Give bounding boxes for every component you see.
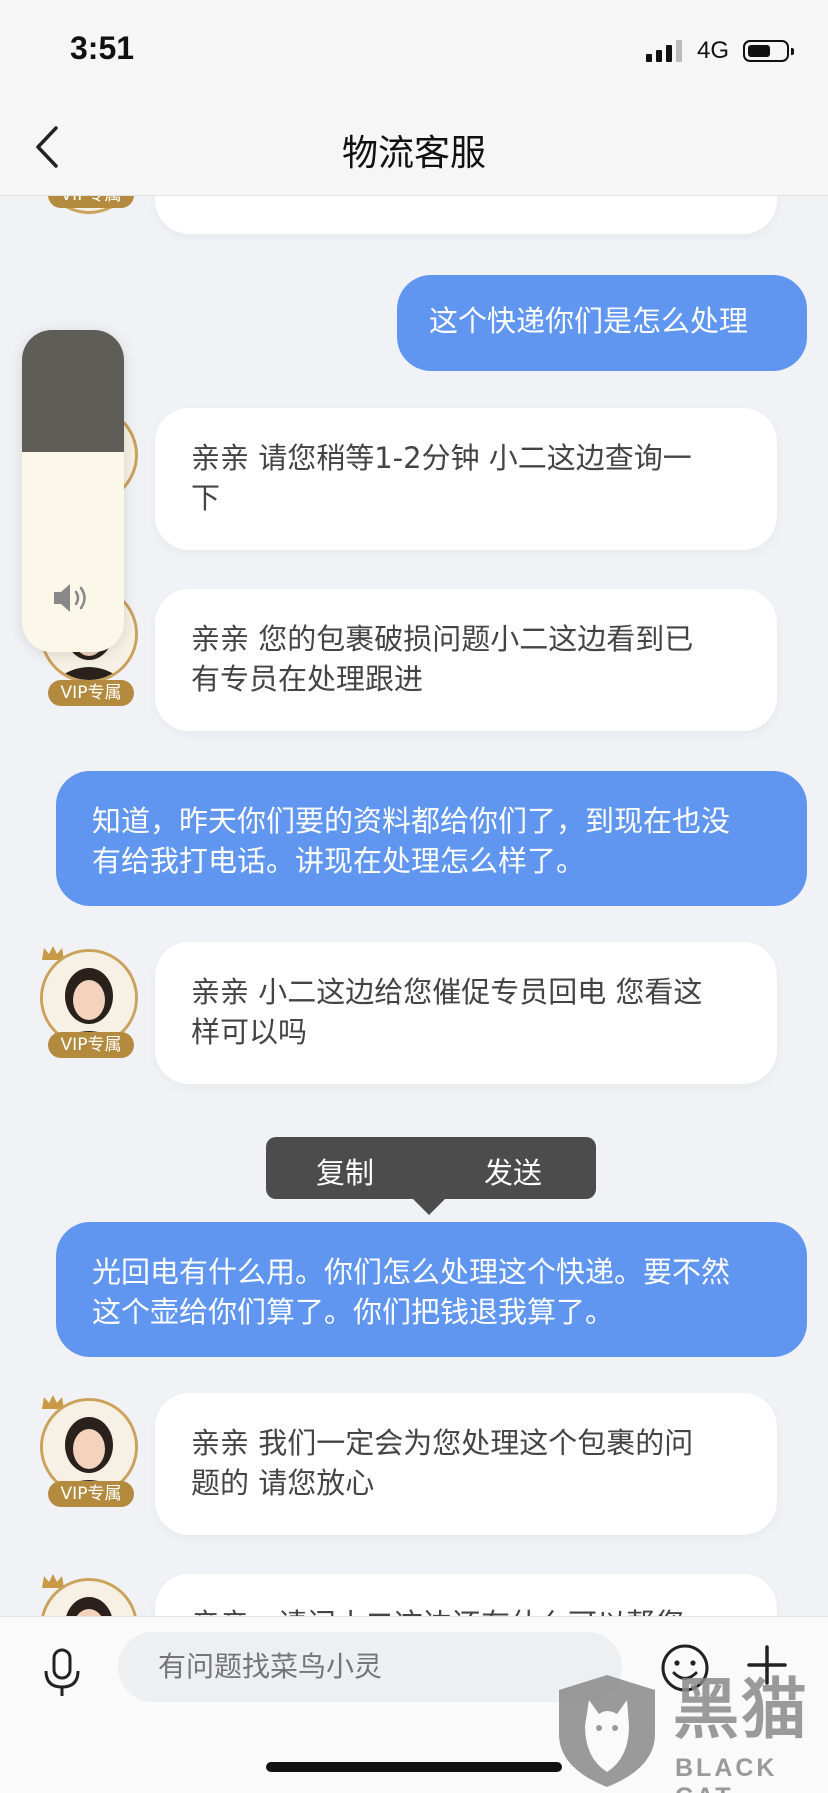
user-message[interactable]: 光回电有什么用。你们怎么处理这个快递。要不然 这个壶给你们算了。你们把钱退我算了…: [56, 1222, 807, 1357]
battery-icon: [743, 40, 794, 62]
message-input[interactable]: [118, 1632, 622, 1702]
watermark-zh: 黑猫: [673, 1671, 809, 1748]
message-text: 这个壶给你们算了。你们把钱退我算了。: [92, 1295, 615, 1329]
message-text: 有给我打电话。讲现在处理怎么样了。: [92, 844, 586, 878]
message-text: 光回电有什么用。你们怎么处理这个快递。要不然: [92, 1255, 731, 1289]
message-text: 样可以吗: [191, 1015, 308, 1049]
agent-message[interactable]: 亲亲 我们一定会为您处理这个包裹的问 题的 请您放心: [155, 1393, 777, 1535]
vip-badge: VIP专属: [48, 1032, 134, 1058]
message-text: 有专员在处理跟进: [191, 662, 424, 696]
black-cat-shield-icon: [559, 1675, 655, 1787]
watermark-en: BLACK CAT: [675, 1754, 778, 1793]
message-text: 下: [191, 481, 221, 515]
agent-message[interactable]: 亲亲 您的包裹破损问题小二这边看到已 有专员在处理跟进: [155, 589, 777, 731]
agent-message[interactable]: 亲亲 请您稍等1-2分钟 小二这边查询一 下: [155, 408, 777, 550]
agent-message[interactable]: [155, 196, 777, 234]
vip-badge: VIP专属: [48, 1481, 134, 1507]
home-indicator[interactable]: [266, 1762, 562, 1772]
vip-badge: VIP专属: [48, 196, 134, 208]
voice-button[interactable]: [40, 1647, 84, 1703]
status-bar: 3:51 4G: [0, 0, 828, 98]
message-text: 知道，昨天你们要的资料都给你们了，到现在也没: [92, 804, 731, 838]
message-text: 题的 请您放心: [191, 1466, 375, 1500]
agent-message[interactable]: 亲亲 小二这边给您催促专员回电 您看这 样可以吗: [155, 942, 777, 1084]
copy-menu-item[interactable]: 复制: [316, 1150, 374, 1192]
message-text: 亲亲，请问小二这边还有什么可以帮您: [191, 1604, 741, 1616]
status-time: 3:51: [70, 30, 135, 66]
network-type: 4G: [697, 37, 730, 64]
user-message[interactable]: 知道，昨天你们要的资料都给你们了，到现在也没 有给我打电话。讲现在处理怎么样了。: [56, 771, 807, 906]
message-text: 亲亲 您的包裹破损问题小二这边看到已: [191, 622, 694, 656]
chat-list[interactable]: VIP专属 这个快递你们是怎么处理 亲亲 请您稍等1-2分钟 小二这边查询一 下…: [0, 196, 828, 1616]
nav-bar: 物流客服: [0, 98, 828, 196]
speaker-icon: [54, 584, 86, 612]
send-menu-item[interactable]: 发送: [484, 1150, 542, 1192]
watermark: 黑猫 BLACK CAT: [555, 1672, 825, 1793]
volume-hud[interactable]: [22, 330, 124, 652]
page-title: 物流客服: [341, 133, 486, 174]
agent-photo: [43, 952, 135, 1044]
message-context-menu: 复制 发送: [266, 1137, 596, 1215]
volume-level: [22, 330, 124, 452]
agent-photo: [43, 1401, 135, 1493]
message-text: 亲亲 请您稍等1-2分钟 小二这边查询一: [191, 441, 692, 475]
user-message[interactable]: 这个快递你们是怎么处理: [397, 275, 807, 371]
message-text: 这个快递你们是怎么处理: [429, 304, 749, 338]
agent-message[interactable]: 亲亲，请问小二这边还有什么可以帮您: [155, 1574, 777, 1616]
message-text: 亲亲 我们一定会为您处理这个包裹的问: [191, 1426, 694, 1460]
battery-level: [748, 45, 770, 57]
signal-icon: [646, 38, 682, 62]
vip-badge: VIP专属: [48, 680, 134, 706]
microphone-icon: [44, 1648, 80, 1696]
message-text: 亲亲 小二这边给您催促专员回电 您看这: [191, 975, 703, 1009]
